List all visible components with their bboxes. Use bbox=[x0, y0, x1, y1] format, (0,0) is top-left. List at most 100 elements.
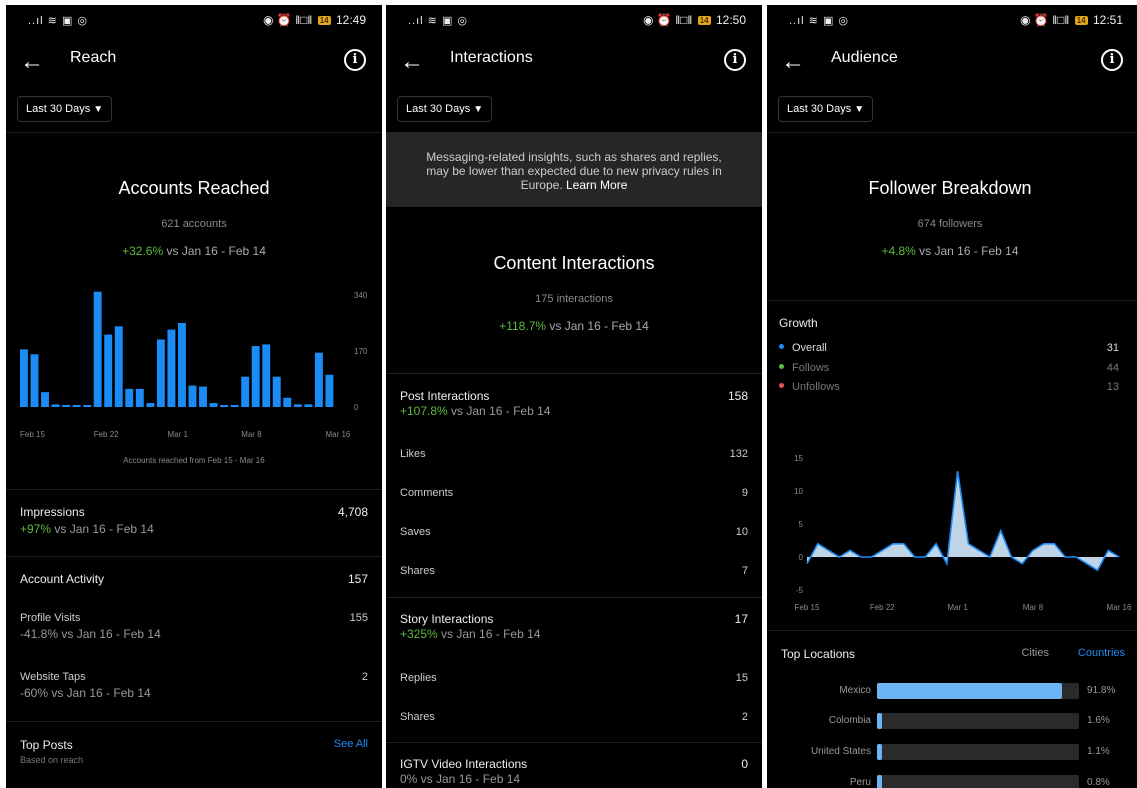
tab-cities[interactable]: Cities bbox=[1021, 647, 1049, 659]
divider bbox=[767, 630, 1137, 631]
location-name: United States bbox=[810, 746, 871, 757]
likes-row: Likes 132 bbox=[400, 448, 748, 460]
saves-label: Saves bbox=[400, 526, 431, 538]
post-interactions-row[interactable]: Post Interactions 158 +107.8% vs Jan 16 … bbox=[400, 389, 748, 418]
reach-bar bbox=[188, 385, 197, 407]
reach-bar bbox=[51, 404, 60, 407]
reach-bar bbox=[199, 386, 207, 407]
story-interactions-row[interactable]: Story Interactions 17 +325% vs Jan 16 - … bbox=[400, 612, 748, 641]
status-left-icons: ..ıl ≋ ▣ ◎ bbox=[408, 15, 468, 27]
reach-y-tick-label: 0 bbox=[354, 403, 359, 412]
top-posts-row: Top Posts See All Based on reach bbox=[20, 738, 368, 765]
date-range-dropdown[interactable]: Last 30 Days ▼ bbox=[397, 96, 493, 122]
info-icon[interactable]: i bbox=[344, 49, 366, 71]
chevron-down-icon: ▼ bbox=[93, 104, 104, 115]
tab-countries[interactable]: Countries bbox=[1078, 647, 1125, 659]
igtv-interactions-row[interactable]: IGTV Video Interactions 0 0% vs Jan 16 -… bbox=[400, 757, 748, 786]
section-heading: Follower Breakdown bbox=[868, 178, 1032, 198]
top-bar: ← Reach i bbox=[6, 45, 382, 81]
status-left-icons: ..ıl ≋ ▣ ◎ bbox=[28, 15, 88, 27]
reach-y-tick-label: 170 bbox=[354, 347, 368, 356]
activity-value: 157 bbox=[347, 572, 368, 586]
location-bar-track bbox=[877, 775, 1079, 788]
igtv-value: 0 bbox=[741, 757, 748, 771]
interactions-count: 175 interactions bbox=[535, 293, 613, 305]
replies-label: Replies bbox=[400, 672, 437, 684]
reach-bar bbox=[241, 376, 250, 407]
likes-label: Likes bbox=[400, 448, 426, 460]
divider bbox=[6, 721, 382, 722]
location-percent: 1.6% bbox=[1087, 715, 1110, 726]
growth-label: Growth bbox=[779, 316, 818, 330]
growth-area bbox=[807, 471, 1119, 571]
location-name: Colombia bbox=[828, 715, 871, 726]
battery-icon: 14 bbox=[317, 16, 331, 25]
website-taps-row[interactable]: Website Taps 2 -60% vs Jan 16 - Feb 14 bbox=[20, 671, 368, 700]
reach-bar bbox=[220, 405, 229, 407]
learn-more-link[interactable]: Learn More bbox=[566, 178, 627, 192]
reach-bar bbox=[146, 403, 155, 407]
divider bbox=[767, 300, 1137, 301]
profile-visits-change: -41.8% vs Jan 16 - Feb 14 bbox=[20, 627, 161, 641]
top-locations-header: Top Locations Cities Countries bbox=[781, 647, 1125, 661]
location-bar-fill bbox=[877, 713, 883, 729]
profile-visits-value: 155 bbox=[349, 612, 368, 624]
status-left-icons: ..ıl ≋ ▣ ◎ bbox=[789, 15, 849, 27]
replies-value: 15 bbox=[735, 672, 748, 684]
info-icon[interactable]: i bbox=[1101, 49, 1123, 71]
status-bar: ..ıl ≋ ▣ ◎ ◉ ⏰ ‖□‖ 14 12:51 bbox=[767, 5, 1137, 35]
growth-y-tick-label: 5 bbox=[799, 520, 804, 529]
impressions-row[interactable]: Impressions 4,708 +97% vs Jan 16 - Feb 1… bbox=[20, 505, 368, 536]
reach-bar bbox=[62, 405, 71, 407]
battery-icon: 14 bbox=[1074, 16, 1088, 25]
account-activity-row: Account Activity 157 bbox=[20, 572, 368, 586]
saves-row: Saves 10 bbox=[400, 526, 748, 538]
location-percent: 91.8% bbox=[1087, 685, 1116, 696]
divider bbox=[6, 489, 382, 490]
location-bar-fill bbox=[877, 775, 883, 788]
legend-follows: Follows 44 bbox=[779, 362, 1129, 374]
divider bbox=[767, 132, 1137, 133]
website-taps-value: 2 bbox=[361, 671, 368, 683]
page-title: Reach bbox=[70, 49, 117, 66]
status-right: ◉ ⏰ ‖□‖ 14 12:51 bbox=[1020, 13, 1123, 27]
unfollows-dot-icon bbox=[779, 383, 784, 388]
top-locations-label: Top Locations bbox=[781, 647, 856, 661]
back-arrow-icon[interactable]: ← bbox=[400, 50, 424, 74]
back-arrow-icon[interactable]: ← bbox=[781, 50, 805, 74]
reach-bar bbox=[209, 403, 218, 407]
growth-x-tick-label: Mar 1 bbox=[947, 603, 968, 612]
location-row: Peru 0.8% bbox=[767, 775, 1137, 788]
growth-y-tick-label: 15 bbox=[794, 454, 803, 463]
reach-bar bbox=[178, 323, 186, 407]
status-bar: ..ıl ≋ ▣ ◎ ◉ ⏰ ‖□‖ 14 12:50 bbox=[386, 5, 762, 35]
reach-bar bbox=[325, 374, 334, 407]
see-all-link[interactable]: See All bbox=[334, 738, 368, 750]
saves-value: 10 bbox=[735, 526, 748, 538]
reach-bar bbox=[304, 404, 313, 407]
story-shares-row: Shares 2 bbox=[400, 711, 748, 723]
reach-bar bbox=[72, 405, 81, 407]
followers-count: 674 followers bbox=[917, 218, 983, 230]
date-range-dropdown[interactable]: Last 30 Days ▼ bbox=[778, 96, 874, 122]
accounts-reached-chart: 340 170 0 Feb 15 Feb 22 Mar 1 Mar 8 Mar 16 Accou… bbox=[20, 291, 368, 465]
profile-visits-row[interactable]: Profile Visits 155 -41.8% vs Jan 16 - Fe… bbox=[20, 612, 368, 641]
story-interactions-change: +325% vs Jan 16 - Feb 14 bbox=[400, 627, 541, 641]
reach-bar bbox=[167, 329, 176, 407]
reach-bar bbox=[30, 354, 39, 407]
status-time: 12:50 bbox=[715, 13, 746, 27]
growth-x-tick-label: Feb 15 bbox=[795, 603, 820, 612]
battery-icon: 14 bbox=[697, 16, 711, 25]
reach-bar bbox=[135, 388, 144, 407]
back-arrow-icon[interactable]: ← bbox=[20, 50, 44, 74]
follows-value: 44 bbox=[1106, 362, 1119, 374]
divider bbox=[386, 597, 762, 598]
reach-chart-caption: Accounts reached from Feb 15 - Mar 16 bbox=[123, 456, 265, 465]
divider bbox=[6, 556, 382, 557]
activity-label: Account Activity bbox=[20, 572, 105, 586]
date-range-dropdown[interactable]: Last 30 Days ▼ bbox=[17, 96, 113, 122]
divider bbox=[386, 742, 762, 743]
location-bar-track bbox=[877, 713, 1079, 729]
info-icon[interactable]: i bbox=[724, 49, 746, 71]
shares-value: 7 bbox=[741, 565, 748, 577]
